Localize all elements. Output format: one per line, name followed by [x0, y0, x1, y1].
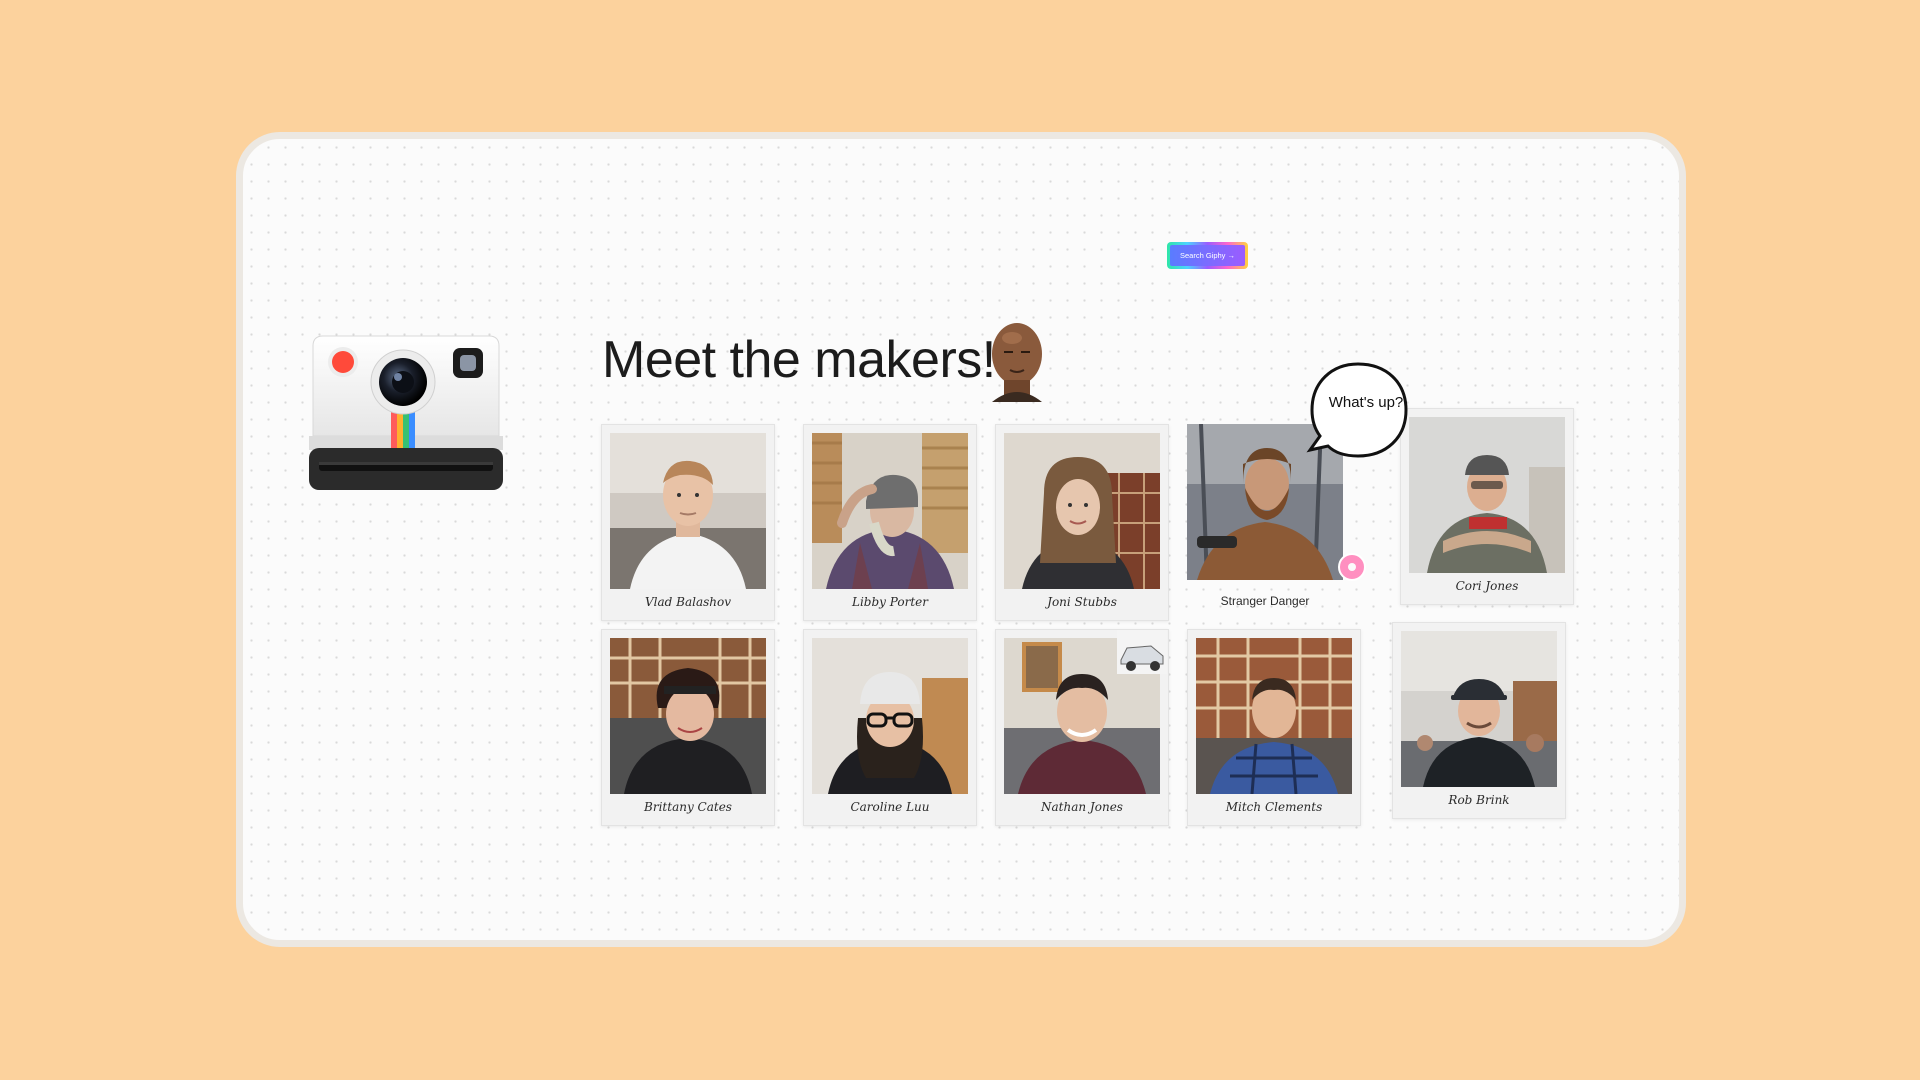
maker-card[interactable]: Vlad Balashov [601, 424, 775, 621]
speech-bubble-text: What's up? [1328, 394, 1404, 411]
maker-name: Stranger Danger [1220, 594, 1310, 608]
maker-name: Joni Stubbs [1047, 595, 1117, 609]
maker-card[interactable]: Mitch Clements [1187, 629, 1361, 826]
maker-card[interactable]: Rob Brink [1392, 622, 1566, 819]
donut-sticker[interactable] [1337, 552, 1367, 582]
instant-camera-icon [305, 328, 507, 498]
maker-name: Mitch Clements [1225, 800, 1323, 814]
maker-name: Vlad Balashov [644, 595, 731, 609]
maker-photo [1004, 433, 1160, 589]
maker-name: Caroline Luu [850, 800, 930, 814]
maker-photo [610, 638, 766, 794]
maker-photo [1401, 631, 1557, 787]
maker-card[interactable]: Joni Stubbs [995, 424, 1169, 621]
maker-name: Nathan Jones [1041, 800, 1123, 814]
maker-card[interactable]: Caroline Luu [803, 629, 977, 826]
maker-photo [610, 433, 766, 589]
car-sticker[interactable] [1117, 630, 1167, 674]
speech-bubble[interactable] [1306, 360, 1410, 464]
search-giphy-button[interactable]: Search Giphy → [1167, 242, 1248, 269]
maker-card[interactable]: Brittany Cates [601, 629, 775, 826]
maker-photo [812, 433, 968, 589]
maker-name: Libby Porter [852, 595, 928, 609]
page-title: Meet the makers! [602, 331, 996, 389]
search-giphy-label: Search Giphy → [1170, 245, 1245, 266]
maker-photo [1196, 638, 1352, 794]
face-sticker[interactable] [986, 318, 1048, 402]
maker-name: Brittany Cates [644, 800, 732, 814]
maker-name: Cori Jones [1455, 579, 1519, 593]
maker-photo [1409, 417, 1565, 573]
maker-name: Rob Brink [1448, 793, 1510, 807]
maker-card[interactable]: Libby Porter [803, 424, 977, 621]
maker-photo [812, 638, 968, 794]
maker-card[interactable]: Cori Jones [1400, 408, 1574, 605]
